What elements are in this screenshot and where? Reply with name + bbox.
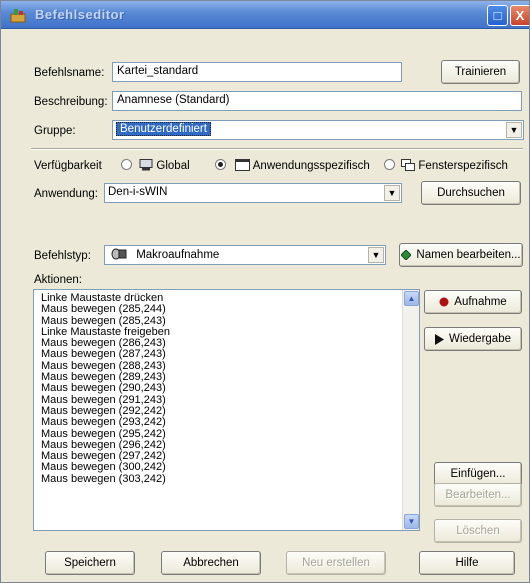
radio-global[interactable]: Global xyxy=(121,159,190,172)
browse-button[interactable]: Durchsuchen xyxy=(421,181,521,205)
close-button[interactable]: X xyxy=(510,5,529,26)
maximize-button[interactable]: □ xyxy=(487,5,508,26)
save-button[interactable]: Speichern xyxy=(45,551,135,575)
window-icon xyxy=(235,159,251,171)
application-select[interactable]: Den-i-sWIN ▼ xyxy=(104,183,402,203)
group-label: Gruppe: xyxy=(34,125,76,137)
separator xyxy=(31,148,523,150)
list-item[interactable]: Maus bewegen (285,244) xyxy=(41,303,170,315)
application-label: Anwendung: xyxy=(34,188,98,200)
actions-list[interactable]: Linke Maustaste drücken Maus bewegen (285… xyxy=(33,289,420,531)
delete-button[interactable]: Löschen xyxy=(434,519,522,543)
computer-icon xyxy=(139,159,153,171)
train-button-label: Trainieren xyxy=(454,66,507,78)
radio-window-specific-label: Fensterspezifisch xyxy=(418,160,508,172)
playback-button[interactable]: Wiedergabe xyxy=(424,327,522,351)
description-input[interactable]: Anamnese (Standard) xyxy=(112,91,522,111)
command-editor-window: Befehlseditor □ X Befehlsname: Kartei_st… xyxy=(0,0,530,583)
save-button-label: Speichern xyxy=(64,557,116,569)
close-icon: X xyxy=(515,8,525,23)
edit-button[interactable]: Bearbeiten... xyxy=(434,483,522,507)
list-item[interactable]: Maus bewegen (293,242) xyxy=(41,416,170,428)
record-icon xyxy=(439,297,449,307)
list-item[interactable]: Maus bewegen (290,243) xyxy=(41,383,170,395)
scroll-up-icon[interactable]: ▲ xyxy=(404,291,419,306)
playback-button-label: Wiedergabe xyxy=(448,333,511,345)
record-button-label: Aufnahme xyxy=(454,296,507,308)
chevron-down-icon[interactable]: ▼ xyxy=(368,247,384,263)
edit-names-button[interactable]: Namen bearbeiten... xyxy=(399,243,523,267)
help-button-label: Hilfe xyxy=(455,557,479,569)
scroll-down-icon[interactable]: ▼ xyxy=(404,514,419,529)
command-name-label: Befehlsname: xyxy=(34,67,105,79)
radio-selected-icon xyxy=(215,159,226,170)
macro-icon xyxy=(111,248,127,260)
list-item[interactable]: Maus bewegen (303,242) xyxy=(41,473,170,485)
train-button[interactable]: Trainieren xyxy=(441,60,520,84)
play-icon xyxy=(434,333,444,345)
help-button[interactable]: Hilfe xyxy=(419,551,515,575)
group-select[interactable]: Benutzerdefiniert ▼ xyxy=(112,120,524,140)
insert-button-label: Einfügen... xyxy=(450,468,506,480)
group-value: Benutzerdefiniert xyxy=(116,122,211,136)
browse-button-label: Durchsuchen xyxy=(437,187,505,199)
command-type-label: Befehlstyp: xyxy=(34,250,91,262)
new-button-label: Neu erstellen xyxy=(302,557,370,569)
new-button[interactable]: Neu erstellen xyxy=(286,551,386,575)
delete-button-label: Löschen xyxy=(456,525,500,537)
radio-window-specific[interactable]: Fensterspezifisch xyxy=(384,159,508,172)
diamond-icon xyxy=(401,250,412,260)
title-bar[interactable]: Befehlseditor □ X xyxy=(1,1,529,29)
window-title: Befehlseditor xyxy=(35,7,125,22)
command-name-input[interactable]: Kartei_standard xyxy=(112,62,402,82)
maximize-icon: □ xyxy=(493,8,502,23)
command-type-value: Makroaufnahme xyxy=(136,249,220,261)
app-icon xyxy=(10,9,26,23)
windows-icon xyxy=(401,159,416,171)
application-value: Den-i-sWIN xyxy=(108,186,168,198)
cancel-button[interactable]: Abbrechen xyxy=(161,551,261,575)
radio-icon xyxy=(121,159,132,170)
actions-label: Aktionen: xyxy=(34,274,82,286)
description-label: Beschreibung: xyxy=(34,96,108,108)
chevron-down-icon[interactable]: ▼ xyxy=(506,122,522,138)
radio-icon xyxy=(384,159,395,170)
availability-label: Verfügbarkeit xyxy=(34,160,102,172)
chevron-down-icon[interactable]: ▼ xyxy=(384,185,400,201)
record-button[interactable]: Aufnahme xyxy=(424,290,522,314)
radio-global-label: Global xyxy=(156,160,190,172)
radio-application-specific[interactable]: Anwendungsspezifisch xyxy=(215,159,370,172)
actions-scrollbar[interactable]: ▲ ▼ xyxy=(402,290,419,530)
actions-rows: Linke Maustaste drücken Maus bewegen (285… xyxy=(41,292,170,485)
radio-application-specific-label: Anwendungsspezifisch xyxy=(252,160,370,172)
cancel-button-label: Abbrechen xyxy=(183,557,239,569)
edit-button-label: Bearbeiten... xyxy=(445,489,511,501)
edit-names-button-label: Namen bearbeiten... xyxy=(416,249,521,261)
command-type-select[interactable]: Makroaufnahme ▼ xyxy=(104,245,386,265)
